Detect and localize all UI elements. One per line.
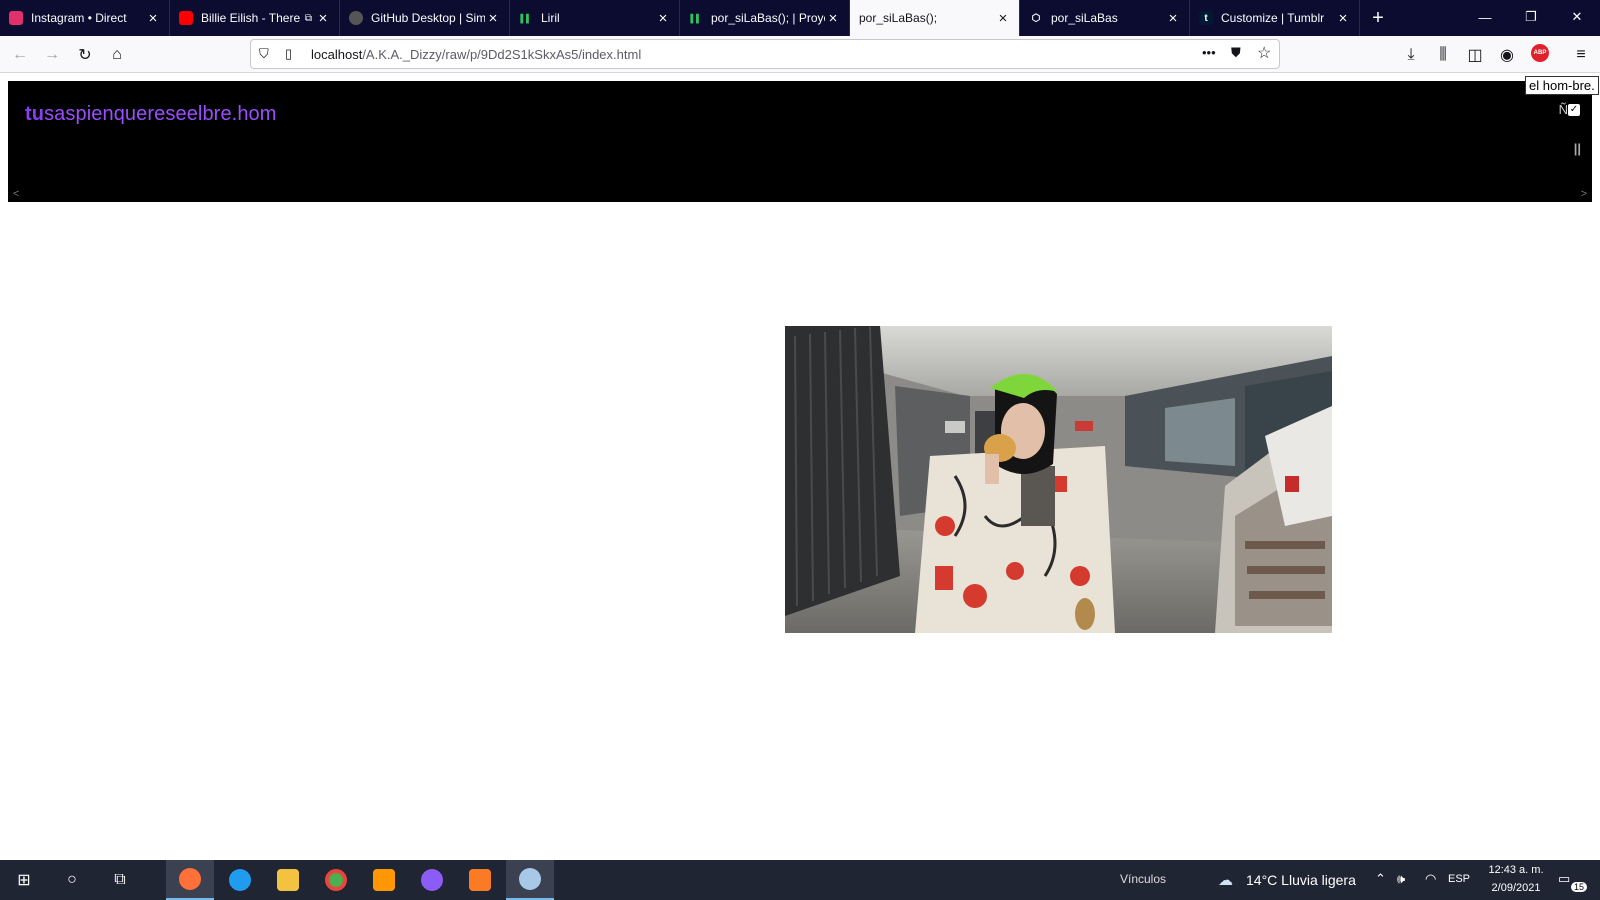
language-indicator[interactable]: ESP <box>1448 873 1470 885</box>
bars-icon: ▌▌ <box>690 13 702 23</box>
site-title-bold: tu <box>25 103 45 125</box>
bookmark-star-icon[interactable]: ☆ <box>1257 43 1271 63</box>
menu-icon[interactable]: ≡ <box>1568 42 1594 68</box>
library-icon[interactable]: ⫼ <box>1430 42 1456 68</box>
close-tab-icon[interactable]: × <box>1335 10 1351 27</box>
notifications-icon[interactable]: ▭ <box>1558 871 1570 887</box>
tumblr-icon: t <box>1199 11 1213 25</box>
url-path: /A.K.A._Dizzy/raw/p/9Dd2S1kSkxAs5/index.… <box>362 47 642 62</box>
tab-8[interactable]: t Customize | Tumblr × <box>1190 0 1360 36</box>
taskbar: ⊞ ○ ⧉ Vínculos ☁ 14°C Lluvia ligera ⌃ 🕪 … <box>0 860 1600 900</box>
volume-icon[interactable]: 🕪 <box>1397 871 1405 887</box>
tab-title: Liril <box>541 11 560 25</box>
site-title[interactable]: tusaspienquereseelbre.hom <box>25 103 277 126</box>
tab-title: por_siLaBas(); | Proye <box>711 11 825 25</box>
pause-button[interactable]: || <box>1574 141 1581 156</box>
sidebar-icon[interactable]: ◫ <box>1462 42 1488 68</box>
codepen-icon: ⬡ <box>1031 12 1041 24</box>
task-view-icon[interactable]: ⧉ <box>96 860 144 900</box>
cloud-icon[interactable]: ☁ <box>1218 871 1233 889</box>
tab-title: Instagram • Direct <box>31 11 127 25</box>
picture-in-picture-icon[interactable]: ⧉ <box>305 13 312 24</box>
site-title-rest: saspienquereseelbre.hom <box>44 103 277 125</box>
tooltip: el hom-bre. <box>1525 76 1599 95</box>
show-hidden-icons-icon[interactable]: ⌃ <box>1375 871 1386 887</box>
adblock-icon[interactable]: ABP <box>1531 44 1549 62</box>
download-icon[interactable]: ⤓ <box>1398 42 1424 68</box>
links-toolbar[interactable]: Vínculos <box>1120 872 1166 886</box>
close-tab-icon[interactable]: × <box>825 10 841 27</box>
page-icon: ▯ <box>285 46 293 61</box>
start-button[interactable]: ⊞ <box>0 860 48 900</box>
tab-7[interactable]: ⬡ por_siLaBas × <box>1020 0 1190 36</box>
reload-button[interactable]: ↻ <box>72 42 98 68</box>
close-tab-icon[interactable]: × <box>315 10 331 27</box>
firefox-icon[interactable] <box>166 860 214 900</box>
tab-2[interactable]: Billie Eilish - There ⧉ × <box>170 0 340 36</box>
shield-icon[interactable]: ⛉ <box>259 46 269 62</box>
network-icon[interactable]: ◠ <box>1425 871 1436 887</box>
close-tab-icon[interactable]: × <box>485 10 501 27</box>
tab-3[interactable]: GitHub Desktop | Sim × <box>340 0 510 36</box>
page-viewport: tusaspienquereseelbre.hom Ñ ✓ || < > <box>0 74 1600 860</box>
close-window-button[interactable]: ✕ <box>1554 0 1600 34</box>
edge-icon[interactable] <box>216 860 264 900</box>
bars-icon: ▌▌ <box>520 13 532 23</box>
navigation-toolbar: ← → ↻ ⌂ ⛉ ▯ localhost/A.K.A._Dizzy/raw/p… <box>0 36 1600 73</box>
clock-date[interactable]: 2/09/2021 <box>1484 882 1548 894</box>
tab-4[interactable]: ▌▌ Liril × <box>510 0 680 36</box>
github-icon <box>349 11 363 25</box>
back-button[interactable]: ← <box>7 42 33 68</box>
file-explorer-icon[interactable] <box>264 860 312 900</box>
search-icon[interactable]: ○ <box>48 860 96 900</box>
tab-title: Customize | Tumblr <box>1221 11 1325 25</box>
tabs-container: Instagram • Direct × Billie Eilish - There… <box>0 0 1360 36</box>
checkbox[interactable]: ✓ <box>1568 104 1580 116</box>
forward-button[interactable]: → <box>39 42 65 68</box>
tab-title: por_siLaBas(); <box>859 11 938 25</box>
pocket-icon[interactable]: ⛊ <box>1231 45 1241 61</box>
restore-button[interactable]: ❐ <box>1508 0 1554 34</box>
tab-strip: Instagram • Direct × Billie Eilish - There… <box>0 0 1600 36</box>
scroll-right-arrow[interactable]: > <box>1581 188 1587 200</box>
instagram-icon <box>9 11 23 25</box>
notification-count: 15 <box>1571 882 1588 892</box>
tab-title: GitHub Desktop | Sim <box>371 11 485 25</box>
youtube-icon <box>179 11 193 25</box>
close-tab-icon[interactable]: × <box>995 10 1011 27</box>
tab-1[interactable]: Instagram • Direct × <box>0 0 170 36</box>
tab-title: Billie Eilish - There <box>201 11 301 25</box>
tab-5[interactable]: ▌▌ por_siLaBas(); | Proye × <box>680 0 850 36</box>
paint-icon[interactable] <box>506 860 554 900</box>
weather-widget[interactable]: 14°C Lluvia ligera <box>1246 872 1356 888</box>
close-tab-icon[interactable]: × <box>655 10 671 27</box>
url-host: localhost <box>311 47 363 62</box>
sublime-icon[interactable] <box>360 860 408 900</box>
xampp-icon[interactable] <box>456 860 504 900</box>
tab-6[interactable]: por_siLaBas(); × <box>850 0 1020 36</box>
close-tab-icon[interactable]: × <box>145 10 161 27</box>
photo <box>785 326 1332 633</box>
header-banner: tusaspienquereseelbre.hom Ñ ✓ || < > <box>8 81 1592 202</box>
enye-toggle[interactable]: Ñ <box>1559 102 1568 117</box>
url-bar[interactable]: ⛉ ▯ localhost/A.K.A._Dizzy/raw/p/9Dd2S1k… <box>250 39 1280 69</box>
account-icon[interactable]: ◉ <box>1494 42 1520 68</box>
minimize-button[interactable]: — <box>1462 0 1508 34</box>
home-button[interactable]: ⌂ <box>104 42 130 68</box>
scroll-left-arrow[interactable]: < <box>13 188 19 200</box>
new-tab-button[interactable]: + <box>1360 0 1396 36</box>
close-tab-icon[interactable]: × <box>1165 10 1181 27</box>
chrome-icon[interactable] <box>312 860 360 900</box>
clock-time[interactable]: 12:43 a. m. <box>1484 864 1548 876</box>
github-desktop-icon[interactable] <box>408 860 456 900</box>
tab-title: por_siLaBas <box>1051 11 1118 25</box>
page-actions-icon[interactable]: ••• <box>1202 45 1216 60</box>
